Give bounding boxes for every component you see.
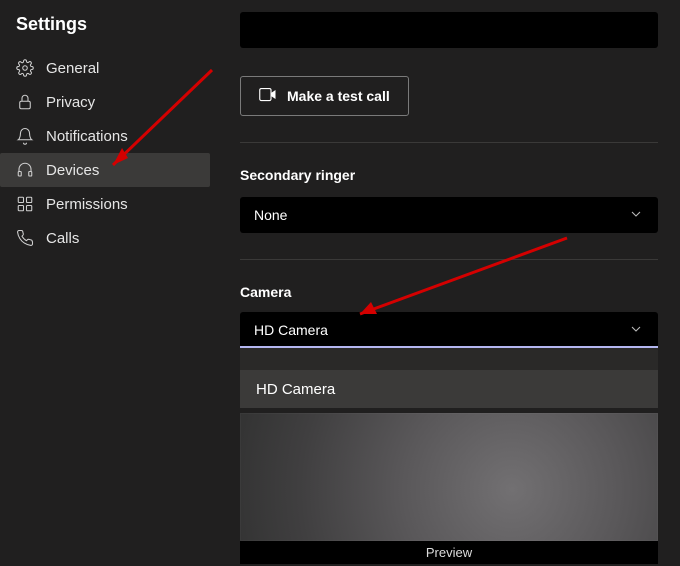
dropdown-spacer: [240, 348, 658, 370]
dropdown-focus-underline: [240, 346, 658, 348]
sidebar-item-label: Privacy: [46, 94, 95, 111]
secondary-ringer-value: None: [254, 207, 287, 223]
camera-select[interactable]: HD Camera: [240, 312, 658, 348]
sidebar-item-label: Calls: [46, 230, 79, 247]
sidebar-item-general[interactable]: General: [0, 51, 210, 85]
sidebar-item-label: General: [46, 60, 99, 77]
secondary-ringer-dropdown[interactable]: None: [240, 197, 658, 233]
page-title: Settings: [0, 10, 210, 51]
sidebar-item-permissions[interactable]: Permissions: [0, 187, 210, 221]
sidebar-item-label: Devices: [46, 162, 99, 179]
secondary-ringer-select[interactable]: None: [240, 197, 658, 233]
chevron-down-icon: [628, 206, 644, 225]
collapsed-section: [240, 12, 658, 48]
sidebar: Settings General Privacy Notifications D…: [0, 0, 210, 566]
bell-icon: [16, 127, 34, 145]
phone-icon: [16, 229, 34, 247]
divider: [240, 142, 658, 143]
chevron-down-icon: [628, 321, 644, 340]
camera-option-list: HD Camera: [240, 348, 658, 408]
sidebar-item-calls[interactable]: Calls: [0, 221, 210, 255]
sidebar-item-label: Permissions: [46, 196, 128, 213]
headset-icon: [16, 161, 34, 179]
make-test-call-button[interactable]: Make a test call: [240, 76, 409, 116]
sidebar-item-devices[interactable]: Devices: [0, 153, 210, 187]
make-test-call-label: Make a test call: [287, 88, 390, 104]
camera-preview: [240, 413, 658, 541]
secondary-ringer-label: Secondary ringer: [240, 167, 658, 183]
gear-icon: [16, 59, 34, 77]
divider: [240, 259, 658, 260]
preview-label: Preview: [240, 541, 658, 564]
video-call-icon: [259, 87, 277, 105]
camera-label: Camera: [240, 284, 658, 300]
sidebar-item-privacy[interactable]: Privacy: [0, 85, 210, 119]
sidebar-item-notifications[interactable]: Notifications: [0, 119, 210, 153]
main-panel: Make a test call Secondary ringer None C…: [210, 0, 680, 566]
sidebar-item-label: Notifications: [46, 128, 128, 145]
camera-dropdown[interactable]: HD Camera HD Camera: [240, 312, 658, 408]
camera-option[interactable]: HD Camera: [240, 370, 658, 408]
lock-icon: [16, 93, 34, 111]
apps-icon: [16, 195, 34, 213]
camera-value: HD Camera: [254, 322, 328, 338]
